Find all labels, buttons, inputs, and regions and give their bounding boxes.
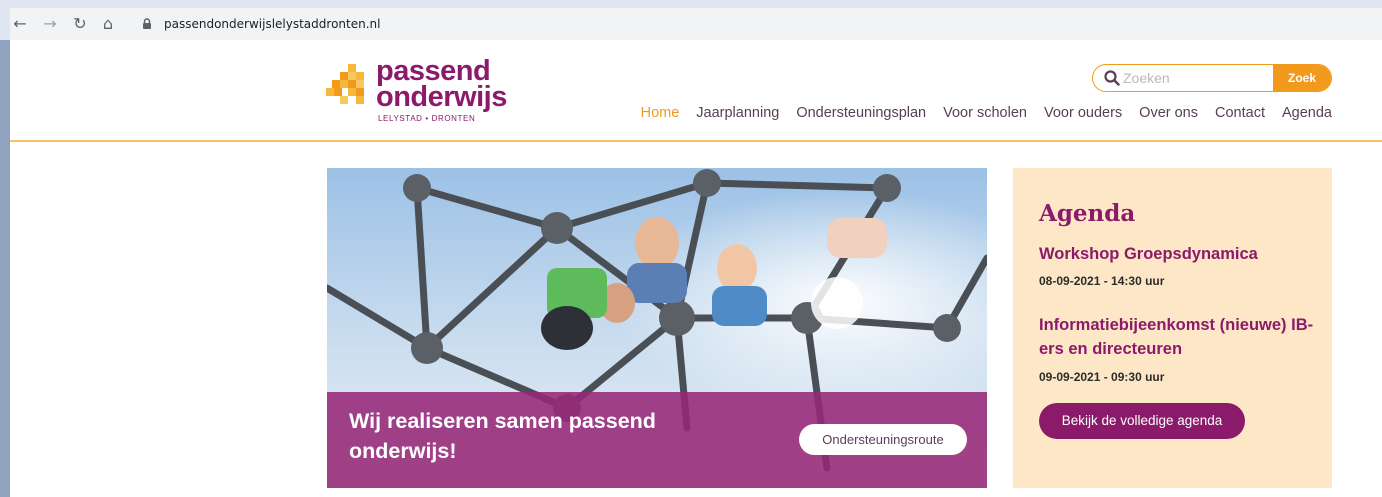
ondersteuningsroute-button[interactable]: Ondersteuningsroute <box>799 424 967 455</box>
hero-title: Wij realiseren samen passend onderwijs! <box>349 409 656 463</box>
nav-item-over-ons[interactable]: Over ons <box>1139 105 1198 125</box>
main-nav: Home Jaarplanning Ondersteuningsplan Voo… <box>641 105 1332 125</box>
nav-item-agenda[interactable]: Agenda <box>1282 105 1332 125</box>
agenda-event-title[interactable]: Workshop Groepsdynamica <box>1039 242 1319 266</box>
reload-icon[interactable]: ↻ <box>70 14 90 34</box>
agenda-event-title[interactable]: Informatiebijeenkomst (nieuwe) IB-ers en… <box>1039 313 1319 361</box>
logo-subtitle: LELYSTAD • DRONTEN <box>378 114 476 123</box>
nav-item-voor-ouders[interactable]: Voor ouders <box>1044 105 1122 125</box>
browser-toolbar: ← → ↻ ⌂ passendonderwijslelystaddronten.… <box>10 8 1382 40</box>
arrow-left-icon[interactable]: ← <box>10 14 30 34</box>
search-input[interactable] <box>1123 68 1268 88</box>
hero-caption-band: Wij realiseren samen passend onderwijs! … <box>327 392 987 488</box>
full-agenda-button[interactable]: Bekijk de volledige agenda <box>1039 403 1245 439</box>
site-logo[interactable]: passend onderwijs LELYSTAD • DRONTEN <box>326 56 526 128</box>
lock-icon <box>143 18 151 29</box>
agenda-title: Agenda <box>1039 200 1136 227</box>
site-header: passend onderwijs LELYSTAD • DRONTEN Zoe… <box>10 40 1382 142</box>
logo-mark-icon <box>326 64 364 104</box>
web-page: passend onderwijs LELYSTAD • DRONTEN Zoe… <box>10 40 1382 497</box>
search-box: Zoek <box>1092 64 1332 92</box>
agenda-panel: Agenda Workshop Groepsdynamica 08-09-202… <box>1013 168 1332 488</box>
arrow-right-icon[interactable]: → <box>40 14 60 34</box>
home-icon[interactable]: ⌂ <box>98 14 118 34</box>
hero-banner: Wij realiseren samen passend onderwijs! … <box>327 168 987 488</box>
logo-text-line2: onderwijs <box>376 81 507 113</box>
nav-item-voor-scholen[interactable]: Voor scholen <box>943 105 1027 125</box>
nav-item-jaarplanning[interactable]: Jaarplanning <box>696 105 779 125</box>
agenda-event-date: 09-09-2021 - 09:30 uur <box>1039 370 1165 384</box>
search-icon <box>1104 70 1120 86</box>
search-button[interactable]: Zoek <box>1273 65 1331 91</box>
url-text: passendonderwijslelystaddronten.nl <box>164 17 381 31</box>
nav-item-ondersteuningsplan[interactable]: Ondersteuningsplan <box>796 105 926 125</box>
nav-item-home[interactable]: Home <box>641 105 680 125</box>
browser-chrome: ← → ↻ ⌂ passendonderwijslelystaddronten.… <box>0 0 1382 40</box>
address-bar[interactable]: passendonderwijslelystaddronten.nl <box>140 12 1370 36</box>
nav-item-contact[interactable]: Contact <box>1215 105 1265 125</box>
agenda-event-date: 08-09-2021 - 14:30 uur <box>1039 274 1165 288</box>
